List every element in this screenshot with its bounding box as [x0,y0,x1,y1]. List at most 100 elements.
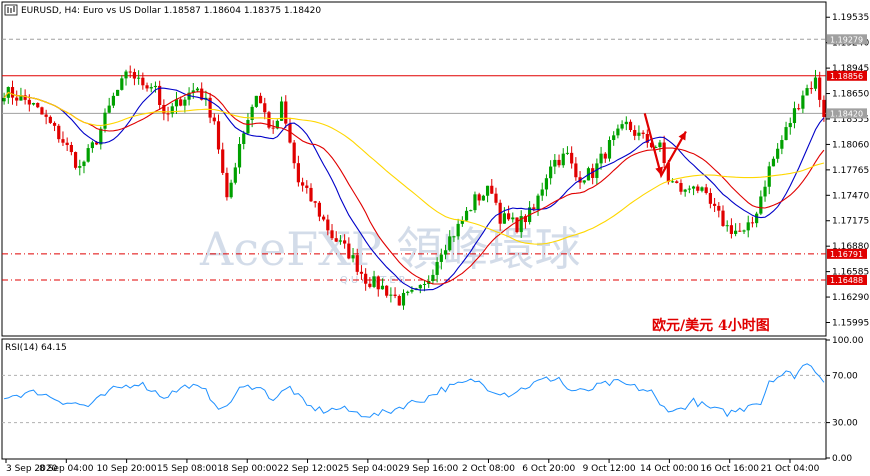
candle-body [330,230,334,239]
candle-body [788,123,792,128]
candle-body [82,161,86,167]
candle-body [792,108,797,124]
candle-body [10,87,15,98]
candle-body [406,291,410,293]
eurusd-h4-chart[interactable]: AceFXP 領峰環球 QUARTER 1.195351.192401.1894… [0,0,870,476]
candle-body [536,195,540,210]
candle-body [481,195,485,201]
candle-body [380,285,385,290]
price-tick-label: 1.15995 [832,318,869,328]
price-tick-label: 1.18650 [832,90,869,100]
candle-body [52,122,57,126]
candle-body [809,88,813,90]
time-tick-label: 16 Oct 16:00 [700,464,759,474]
candle-body [99,128,103,145]
candle-body [124,71,128,79]
candle-body [490,185,494,194]
candle-body [628,121,633,131]
candle-body [570,152,574,164]
candle-body [300,182,305,186]
candle-body [515,217,519,233]
time-tick-label: 14 Oct 00:00 [640,464,699,474]
candle-body [149,87,153,89]
candle-body [65,142,69,146]
time-tick-label: 2 Oct 08:00 [462,464,515,474]
candle-body [506,213,511,220]
candle-body [797,108,801,110]
candle-body [511,217,515,220]
candle-body [755,213,759,224]
candle-body [448,236,452,251]
candle-body [561,153,565,166]
candle-body [620,124,624,129]
candle-body [750,222,755,224]
candle-body [69,145,73,153]
candle-body [347,243,351,259]
candle-body [746,222,750,231]
candle-body [229,182,233,198]
candle-body [263,103,267,113]
price-tick-label: 1.16290 [832,293,869,303]
candle-body [662,142,666,164]
candle-body [258,95,263,104]
price-tick-label: 1.17470 [832,191,869,201]
candle-body [633,130,637,136]
candle-body [721,210,725,226]
price-tag-label: 1.18856 [830,72,863,81]
candle-body [776,148,780,159]
candle-body [389,294,393,296]
candle-body [2,97,6,102]
candle-body [170,106,174,114]
candle-body [179,99,183,106]
candle-body [805,88,809,96]
candle-body [691,186,696,189]
price-tick-label: 1.17765 [832,166,869,176]
candle-body [616,128,620,136]
candle-body [284,101,288,124]
price-tick-label: 1.19535 [832,13,869,23]
candle-body [540,189,544,196]
candle-body [464,210,469,221]
candle-body [31,103,36,105]
candle-body [494,193,498,203]
time-tick-label: 15 Sep 08:00 [157,464,217,474]
candle-body [599,153,603,164]
time-axis: 3 Sep 20208 Sep 04:00 10 Sep 20:00 15 Sep … [5,459,820,474]
candle-body [368,283,372,287]
candle-body [485,185,490,196]
price-tag-label: 1.19279 [830,35,863,44]
candle-body [473,194,477,211]
candle-body [216,121,221,150]
candle-body [305,185,309,188]
candle-body [128,71,132,73]
time-tick-label: 21 Oct 04:00 [761,464,820,474]
candle-body [607,139,612,159]
candle-body [61,139,65,143]
candle-body [477,194,481,201]
price-tick-label: 1.18060 [832,140,869,150]
candle-body [254,95,258,107]
time-tick-label: 6 Oct 20:00 [522,464,575,474]
candle-body [359,271,364,274]
candle-body [801,95,805,109]
candle-body [549,166,553,179]
candle-body [557,159,561,166]
candle-body [233,167,237,183]
candle-body [452,236,456,238]
candle-body [734,230,738,234]
candle-body [687,188,691,190]
candle-body [137,77,141,79]
candle-body [712,203,717,206]
candle-body [771,158,776,167]
time-tick-label: 10 Sep 20:00 [97,464,157,474]
candle-body [435,261,439,275]
candle-body [624,121,628,125]
candle-body [90,142,94,149]
candle-body [271,127,275,129]
candle-body [372,276,376,287]
candle-body [86,148,90,162]
candle-body [469,210,473,212]
rsi-panel-frame [1,338,827,460]
price-panel-frame [1,1,827,337]
candle-body [637,132,641,136]
